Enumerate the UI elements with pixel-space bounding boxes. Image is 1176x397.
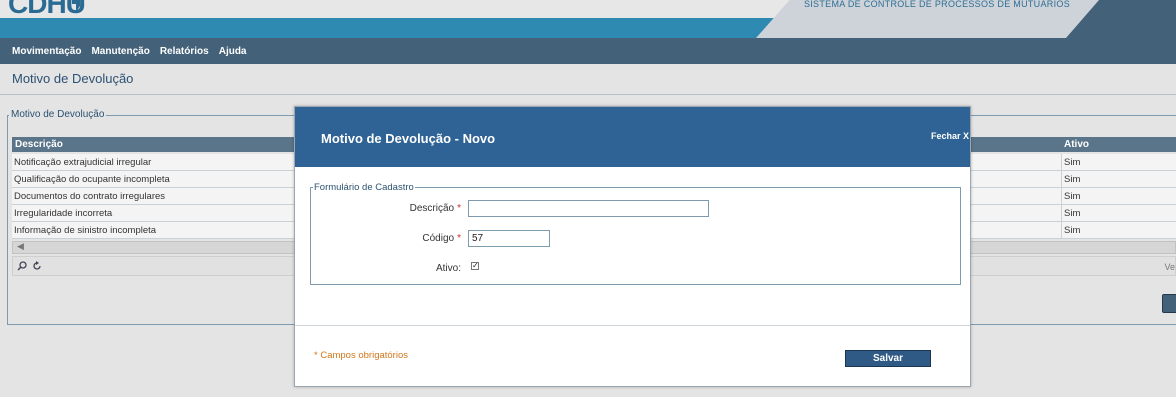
modal-title: Motivo de Devolução - Novo	[321, 131, 496, 146]
cell-ativo: Sim	[1064, 225, 1081, 236]
cell-ativo: Sim	[1064, 174, 1081, 185]
save-button[interactable]: Salvar	[845, 350, 931, 367]
cell-descricao: Documentos do contrato irregulares	[14, 191, 166, 202]
pager-info: Ve	[1164, 262, 1175, 272]
close-button[interactable]: Fechar X	[931, 131, 969, 141]
cell-divider	[1061, 154, 1062, 171]
form-legend: Formulário de Cadastro	[313, 182, 415, 193]
ativo-label: Ativo:	[435, 263, 461, 274]
system-title: SISTEMA DE CONTROLE DE PROCESSOS DE MUTU…	[803, 0, 1070, 9]
grid-legend: Motivo de Devolução	[9, 109, 107, 120]
menu-bar: Movimentação Manutenção Relatórios Ajuda	[0, 38, 1176, 64]
cell-descricao: Informação de sinistro incompleta	[14, 225, 157, 236]
codigo-label-text: Código	[422, 233, 455, 244]
cell-ativo: Sim	[1064, 208, 1081, 219]
refresh-icon[interactable]	[32, 261, 42, 271]
logo-mark-icon	[72, 0, 80, 12]
title-divider	[0, 94, 1176, 95]
app-header: CDHU SISTEMA DE CONTROLE DE PROCESSOS DE…	[0, 0, 1176, 38]
required-fields-note: * Campos obrigatórios	[314, 350, 408, 361]
descricao-label: Descrição *	[361, 203, 461, 214]
search-icon[interactable]	[17, 261, 27, 271]
cell-divider	[1061, 188, 1062, 205]
column-header-ativo[interactable]: Ativo	[1064, 139, 1089, 150]
cell-divider	[1061, 222, 1062, 239]
background-button[interactable]	[1162, 294, 1176, 313]
required-mark: *	[457, 233, 461, 244]
page-title: Motivo de Devolução	[12, 71, 134, 86]
modal-dialog: Motivo de Devolução - Novo Fechar X Form…	[294, 106, 971, 387]
modal-divider	[295, 325, 970, 326]
cell-ativo: Sim	[1064, 191, 1081, 202]
menu-item-relatorios[interactable]: Relatórios	[160, 46, 209, 57]
cell-descricao: Irregularidade incorreta	[14, 208, 113, 219]
column-header-descricao[interactable]: Descrição	[15, 139, 63, 150]
descricao-label-text: Descrição	[409, 203, 455, 214]
scroll-left-icon[interactable]: ◀	[17, 241, 24, 252]
menu-item-movimentacao[interactable]: Movimentação	[12, 46, 81, 57]
modal-header: Motivo de Devolução - Novo Fechar X	[295, 107, 970, 167]
codigo-input[interactable]	[468, 230, 550, 247]
menu-item-ajuda[interactable]: Ajuda	[219, 46, 247, 57]
required-mark: *	[457, 203, 461, 214]
descricao-input[interactable]	[468, 200, 709, 217]
menu-item-manutencao[interactable]: Manutenção	[91, 46, 149, 57]
cell-ativo: Sim	[1064, 157, 1081, 168]
cell-divider	[1061, 171, 1062, 188]
cell-divider	[1061, 205, 1062, 222]
codigo-label: Código *	[361, 233, 461, 244]
ativo-checkbox[interactable]: ✓	[471, 262, 479, 270]
cell-descricao: Qualificação do ocupante incompleta	[14, 174, 170, 185]
cell-descricao: Notificação extrajudicial irregular	[14, 157, 152, 168]
